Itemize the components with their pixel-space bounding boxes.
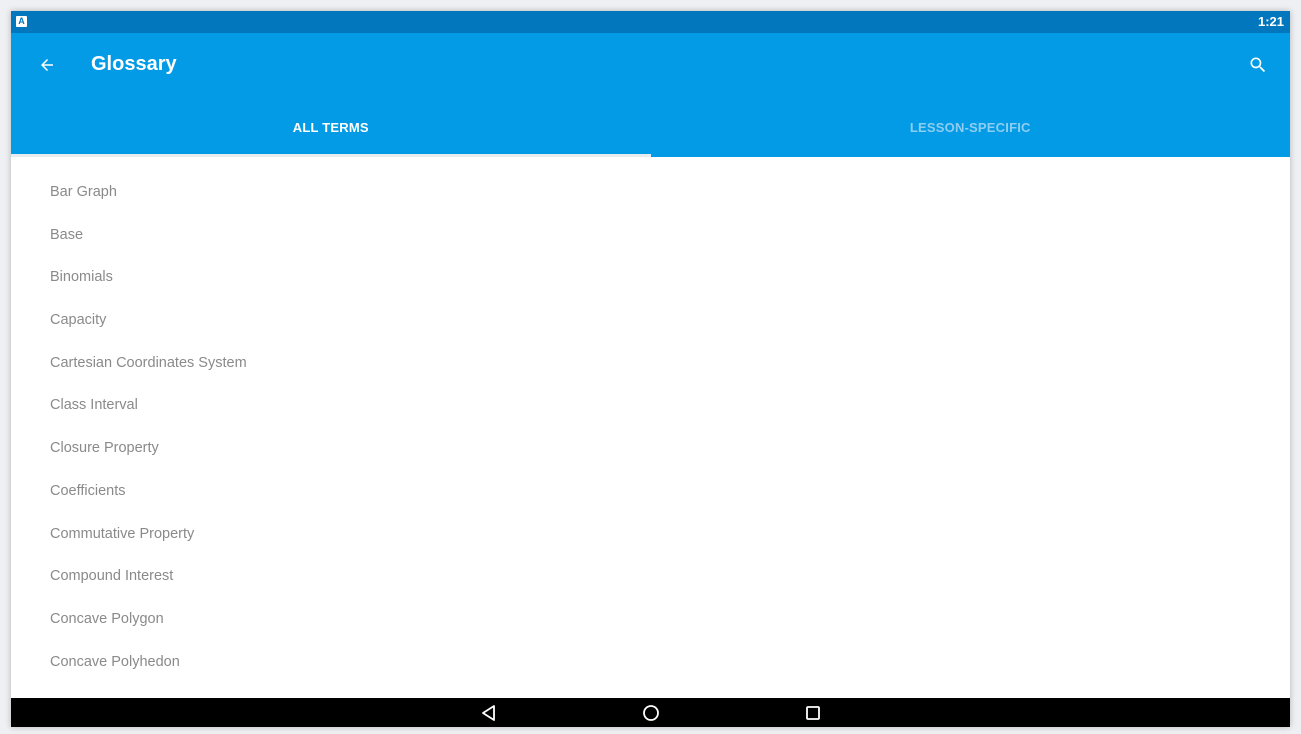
device-screen: A 1:21 Glossary ALL TERMS LESSON-SPECIFI… xyxy=(11,11,1290,727)
tab-all-terms-label: ALL TERMS xyxy=(292,119,369,135)
tab-lesson-specific[interactable]: LESSON-SPECIFIC xyxy=(651,97,1291,157)
list-item[interactable]: Binomials xyxy=(11,256,1290,299)
list-item[interactable]: Capacity xyxy=(11,299,1290,342)
nav-home-icon xyxy=(643,705,659,721)
status-bar: A 1:21 xyxy=(11,11,1290,33)
list-item[interactable]: Concave Polyhedon xyxy=(11,641,1290,684)
app-bar: Glossary xyxy=(11,33,1290,97)
search-button[interactable] xyxy=(1242,49,1274,81)
page-title: Glossary xyxy=(91,53,177,75)
search-icon xyxy=(1250,57,1266,73)
app-notification-icon: A xyxy=(16,16,27,27)
navigation-bar xyxy=(11,698,1290,727)
nav-recents-icon xyxy=(806,706,820,720)
nav-home-button[interactable] xyxy=(640,702,662,724)
nav-back-button[interactable] xyxy=(478,702,500,724)
list-item[interactable]: Coefficients xyxy=(11,470,1290,513)
tab-all-terms[interactable]: ALL TERMS xyxy=(11,97,651,157)
nav-back-icon xyxy=(482,705,495,721)
nav-recents-button[interactable] xyxy=(802,702,824,724)
status-time: 1:21 xyxy=(1257,14,1284,29)
glossary-term-list[interactable]: Bar Graph Base Binomials Capacity Cartes… xyxy=(11,157,1290,698)
arrow-back-icon xyxy=(41,59,53,71)
list-item[interactable]: Concave Polygon xyxy=(11,598,1290,641)
list-item[interactable]: Class Interval xyxy=(11,384,1290,427)
list-item[interactable]: Closure Property xyxy=(11,427,1290,470)
list-item[interactable]: Compound Interest xyxy=(11,555,1290,598)
list-item[interactable]: Bar Graph xyxy=(11,171,1290,214)
list-item[interactable]: Cartesian Coordinates System xyxy=(11,342,1290,385)
back-button[interactable] xyxy=(31,49,63,81)
list-item[interactable]: Commutative Property xyxy=(11,513,1290,556)
list-item[interactable]: Base xyxy=(11,214,1290,257)
tab-bar: ALL TERMS LESSON-SPECIFIC xyxy=(11,97,1290,157)
tab-lesson-specific-label: LESSON-SPECIFIC xyxy=(909,119,1031,135)
